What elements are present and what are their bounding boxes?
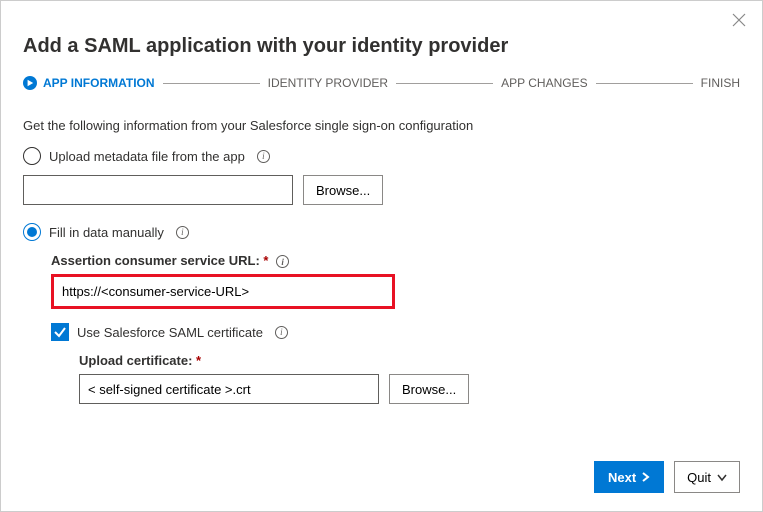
radio-fill-manually[interactable]	[23, 223, 41, 241]
step-app-changes: APP CHANGES	[501, 76, 587, 90]
step-divider	[396, 83, 493, 84]
intro-text: Get the following information from your …	[23, 118, 740, 133]
saml-cert-label: Use Salesforce SAML certificate	[77, 325, 263, 340]
step-divider	[163, 83, 260, 84]
step-finish: FINISH	[701, 76, 740, 90]
step-divider	[596, 83, 693, 84]
dialog-footer: Next Quit	[594, 461, 740, 493]
quit-button[interactable]: Quit	[674, 461, 740, 493]
chevron-down-icon	[717, 470, 727, 485]
step-app-information: APP INFORMATION	[43, 76, 155, 90]
info-icon[interactable]: i	[275, 326, 288, 339]
chevron-right-icon	[642, 470, 650, 485]
upload-cert-section: Upload certificate: * Browse...	[79, 353, 740, 404]
browse-certificate-button[interactable]: Browse...	[389, 374, 469, 404]
checkbox-use-saml-cert[interactable]	[51, 323, 69, 341]
metadata-file-row: Browse...	[23, 175, 740, 205]
step-identity-provider: IDENTITY PROVIDER	[268, 76, 388, 90]
saml-dialog: Add a SAML application with your identit…	[0, 0, 763, 512]
close-icon[interactable]	[732, 13, 748, 29]
saml-cert-row: Use Salesforce SAML certificate i	[51, 323, 740, 341]
info-icon[interactable]: i	[176, 226, 189, 239]
option-manual-label: Fill in data manually	[49, 225, 164, 240]
dialog-title: Add a SAML application with your identit…	[23, 35, 740, 58]
metadata-file-field[interactable]	[23, 175, 293, 205]
upload-cert-label: Upload certificate: *	[79, 353, 740, 368]
wizard-stepper: APP INFORMATION IDENTITY PROVIDER APP CH…	[23, 76, 740, 90]
acs-url-highlight	[51, 274, 395, 309]
next-button[interactable]: Next	[594, 461, 664, 493]
option-fill-manually: Fill in data manually i	[23, 223, 740, 241]
acs-url-input[interactable]	[54, 277, 392, 306]
info-icon[interactable]: i	[276, 255, 289, 268]
option-upload-metadata: Upload metadata file from the app i	[23, 147, 740, 165]
option-upload-label: Upload metadata file from the app	[49, 149, 245, 164]
play-icon	[23, 76, 37, 90]
info-icon[interactable]: i	[257, 150, 270, 163]
radio-upload-metadata[interactable]	[23, 147, 41, 165]
browse-metadata-button[interactable]: Browse...	[303, 175, 383, 205]
certificate-input[interactable]	[79, 374, 379, 404]
manual-fields: Assertion consumer service URL: * i Use …	[51, 253, 740, 404]
acs-url-label: Assertion consumer service URL: * i	[51, 253, 740, 268]
